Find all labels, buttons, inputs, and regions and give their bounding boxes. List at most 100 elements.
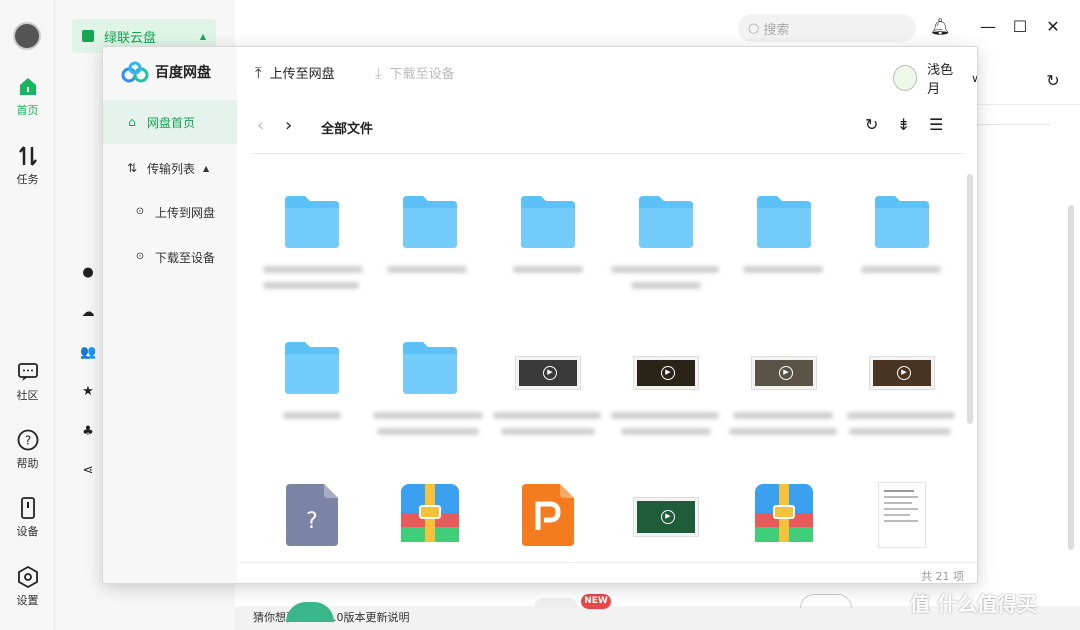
- nav-upload-to-pan[interactable]: ⊙ 上传到网盘: [103, 190, 237, 234]
- file-name-blurred: [849, 428, 951, 435]
- video-thumbnail: ▶: [634, 357, 698, 389]
- baidu-app-name: 百度网盘: [155, 65, 211, 81]
- file-name-blurred: [263, 282, 359, 289]
- rail-label-tasks: 任务: [16, 173, 39, 186]
- file-name-blurred: [743, 266, 823, 273]
- forward-button[interactable]: ›: [285, 115, 292, 136]
- search-icon: ○: [748, 20, 760, 36]
- file-item[interactable]: [843, 154, 961, 299]
- user-name: 浅色月: [927, 63, 954, 97]
- download-button[interactable]: ⤓ 下载至设备: [375, 63, 455, 83]
- archive-icon: [755, 484, 813, 542]
- rail-item-tasks[interactable]: 任务: [0, 144, 55, 187]
- file-item[interactable]: [725, 446, 843, 573]
- settings-icon: [17, 565, 38, 589]
- rail-label-device: 设备: [16, 525, 39, 538]
- search-input[interactable]: ○ 搜索: [738, 14, 916, 42]
- file-item[interactable]: [489, 154, 607, 299]
- transfer-icon: [18, 146, 37, 166]
- file-item[interactable]: ▶: [843, 300, 961, 445]
- play-icon: ▶: [661, 510, 675, 524]
- current-path: 全部文件: [321, 122, 374, 137]
- path-bar: ‹ › 全部文件 ↻ ⇟ ☰: [237, 99, 977, 151]
- file-name-blurred: [493, 412, 601, 419]
- presentation-file-icon: [522, 484, 574, 546]
- upload-label: 上传至网盘: [269, 67, 335, 82]
- file-name-blurred: [387, 266, 467, 273]
- refresh-icon[interactable]: ↻: [865, 115, 878, 134]
- file-name-blurred: [263, 266, 363, 273]
- baidu-toolbar: ⤒ 上传至网盘 ⤓ 下载至设备 浅色月 ∨ — ☐ ✕: [237, 47, 977, 99]
- file-item[interactable]: [371, 154, 489, 299]
- cloud-upload-icon[interactable]: ☁: [80, 305, 96, 321]
- people-icon[interactable]: 👥: [80, 345, 96, 361]
- nav-pan-home[interactable]: ⌂ 网盘首页: [103, 100, 237, 144]
- file-item[interactable]: [253, 300, 371, 445]
- bell-icon[interactable]: 🔔︎: [930, 17, 950, 37]
- clock-icon[interactable]: ●: [80, 265, 96, 281]
- star-icon[interactable]: ★: [80, 384, 96, 400]
- rail-item-help[interactable]: ? 帮助: [0, 428, 55, 471]
- download-circle-icon: ⊙: [135, 251, 145, 262]
- file-name-blurred: [729, 428, 837, 435]
- back-button[interactable]: ‹: [257, 115, 264, 136]
- home-icon: [19, 78, 36, 95]
- share-icon[interactable]: ⋖: [80, 463, 96, 479]
- file-item[interactable]: [253, 154, 371, 299]
- file-name-blurred: [283, 412, 341, 419]
- file-item[interactable]: [371, 300, 489, 445]
- user-menu[interactable]: 浅色月 ∨: [893, 59, 977, 97]
- refresh-icon[interactable]: ↻: [1043, 71, 1063, 91]
- minimize-button[interactable]: —: [978, 17, 998, 37]
- rail-item-community[interactable]: 社区: [0, 360, 55, 403]
- file-item[interactable]: [725, 154, 843, 299]
- sort-icon[interactable]: ⇟: [897, 115, 910, 134]
- file-item[interactable]: ▶: [725, 300, 843, 445]
- divider: [975, 124, 1050, 125]
- user-avatar: [893, 65, 918, 91]
- rail-item-home[interactable]: 首页: [0, 75, 55, 118]
- file-name-blurred: [611, 266, 719, 273]
- maximize-button[interactable]: ☐: [1010, 17, 1030, 37]
- folder-icon: [82, 30, 94, 42]
- unknown-file-icon: ?: [286, 484, 338, 546]
- file-item[interactable]: [843, 446, 961, 573]
- help-icon: ?: [17, 429, 38, 451]
- nav-download-to-device[interactable]: ⊙ 下载至设备: [103, 235, 237, 279]
- file-name-blurred: [501, 428, 595, 435]
- close-button[interactable]: ✕: [1043, 17, 1063, 37]
- play-icon: ▶: [897, 366, 911, 380]
- file-item[interactable]: ▶: [607, 300, 725, 445]
- app-rail: 首页 任务 社区 ? 帮助 设备 设置: [0, 0, 55, 630]
- group-icon[interactable]: ♣: [80, 424, 96, 440]
- scrollbar[interactable]: [967, 174, 973, 424]
- nav-transfer-list[interactable]: ⇅ 传输列表 ▲: [103, 146, 237, 190]
- folder-icon: [285, 196, 339, 248]
- file-name-blurred: [611, 412, 719, 419]
- play-icon: ▶: [779, 366, 793, 380]
- upload-button[interactable]: ⤒ 上传至网盘: [255, 63, 335, 83]
- list-view-icon[interactable]: ☰: [929, 115, 943, 134]
- file-item[interactable]: [489, 446, 607, 573]
- rail-label-help: 帮助: [16, 457, 39, 470]
- video-thumbnail: ▶: [752, 357, 816, 389]
- scrollbar[interactable]: [1068, 205, 1074, 550]
- status-bar: [237, 562, 977, 583]
- home-outline-icon: ⌂: [128, 115, 136, 129]
- file-name-blurred: [847, 412, 955, 419]
- file-item[interactable]: ?: [253, 446, 371, 573]
- folder-icon: [757, 196, 811, 248]
- file-name-blurred: [733, 412, 833, 419]
- file-name-blurred: [377, 428, 479, 435]
- file-item[interactable]: ▶: [607, 446, 725, 573]
- video-thumbnail: ▶: [516, 357, 580, 389]
- rail-item-device[interactable]: 设备: [0, 496, 55, 539]
- avatar[interactable]: [13, 22, 41, 50]
- rail-item-settings[interactable]: 设置: [0, 565, 55, 608]
- folder-icon: [403, 196, 457, 248]
- file-grid: ▶ ▶ ▶ ▶ ? ▶: [253, 153, 963, 573]
- file-item[interactable]: [371, 446, 489, 573]
- file-item[interactable]: ▶: [489, 300, 607, 445]
- caret-up-icon: ▲: [199, 31, 206, 41]
- file-item[interactable]: [607, 154, 725, 299]
